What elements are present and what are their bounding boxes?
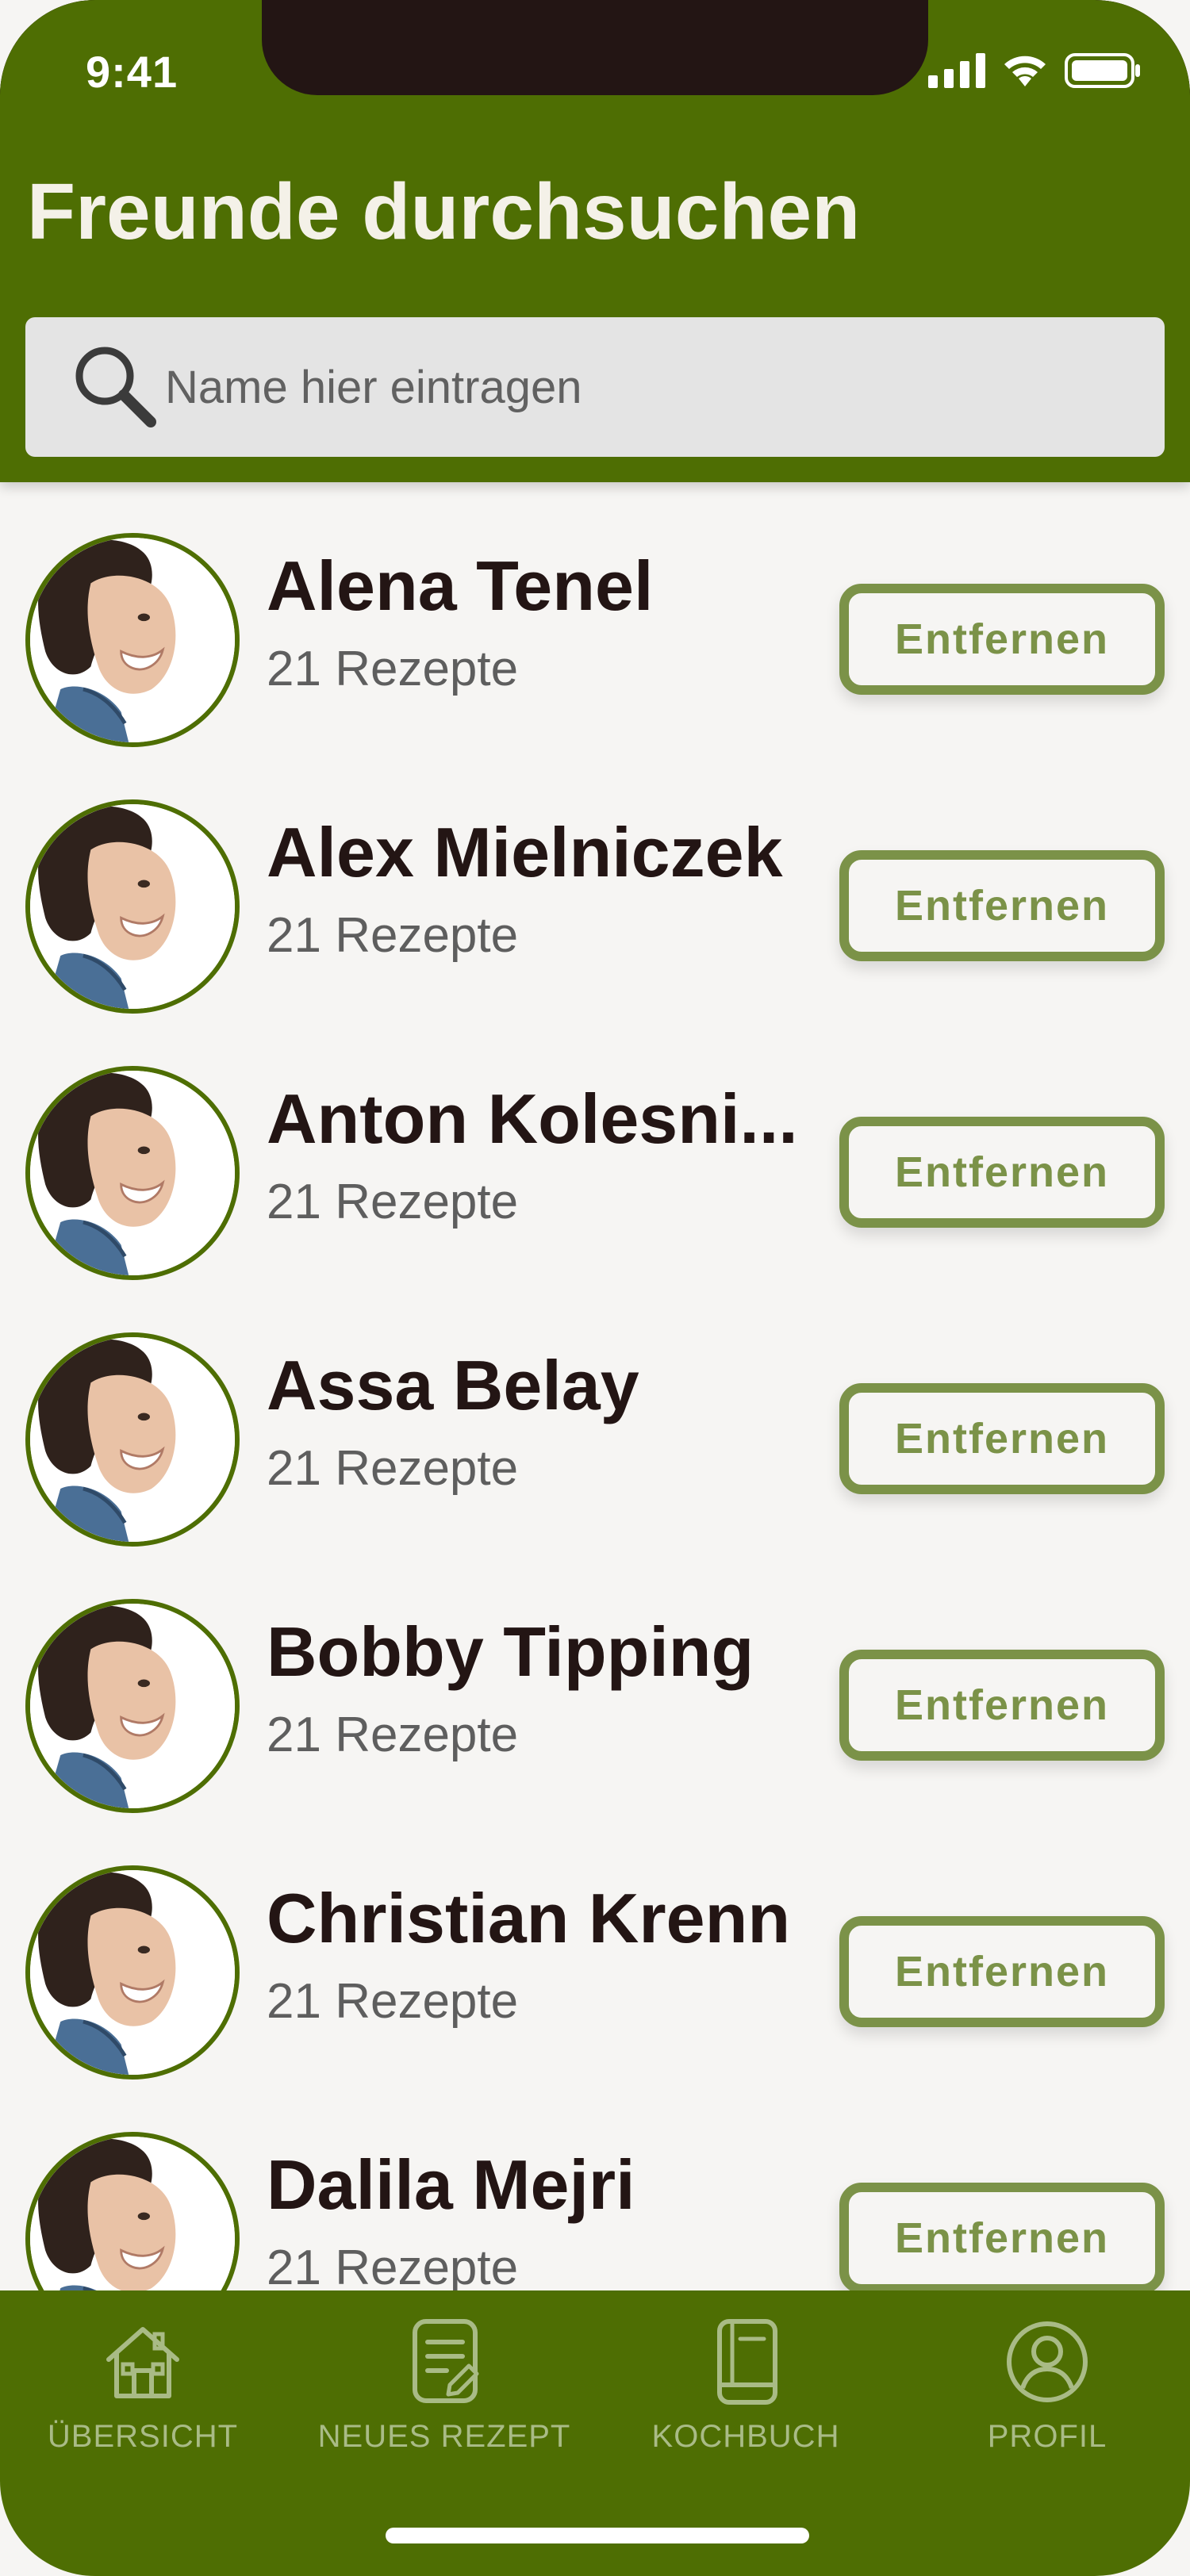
recipe-count: 21 Rezepte	[267, 1175, 519, 1229]
remove-friend-button[interactable]: Entfernen	[839, 850, 1165, 961]
avatar[interactable]	[25, 533, 240, 747]
tab-profile[interactable]: PROFIL	[904, 2314, 1190, 2465]
house-icon	[106, 2327, 179, 2398]
device-notch	[262, 0, 928, 95]
friend-name: Dalila Mejri	[267, 2145, 635, 2224]
friend-row[interactable]: Assa Belay 21 Rezepte Entfernen	[0, 1282, 1190, 1548]
recipe-count: 21 Rezepte	[267, 642, 519, 696]
remove-friend-button[interactable]: Entfernen	[839, 2183, 1165, 2290]
tab-overview[interactable]: ÜBERSICHT	[0, 2314, 286, 2465]
avatar[interactable]	[25, 2132, 240, 2290]
friend-name: Assa Belay	[267, 1346, 639, 1424]
friend-list[interactable]: Alena Tenel 21 Rezepte Entfernen Alex Mi…	[0, 482, 1190, 2290]
page-title: Freunde durchsuchen	[27, 167, 861, 256]
avatar[interactable]	[25, 1332, 240, 1547]
friend-row[interactable]: Alex Mielniczek 21 Rezepte Entfernen	[0, 749, 1190, 1015]
tab-label: NEUES REZEPT	[317, 2419, 571, 2454]
search-bar[interactable]	[25, 317, 1165, 457]
tab-label: KOCHBUCH	[651, 2419, 840, 2454]
search-input[interactable]	[165, 317, 1117, 457]
remove-friend-button[interactable]: Entfernen	[839, 1383, 1165, 1494]
friend-row[interactable]: Anton Kolesni... 21 Rezepte Entfernen	[0, 1015, 1190, 1282]
tab-label: PROFIL	[987, 2419, 1107, 2454]
search-icon	[75, 347, 156, 427]
friend-name: Alex Mielniczek	[267, 813, 783, 891]
remove-friend-button[interactable]: Entfernen	[839, 1650, 1165, 1761]
friend-row[interactable]: Bobby Tipping 21 Rezepte Entfernen	[0, 1548, 1190, 1815]
remove-friend-button[interactable]: Entfernen	[839, 1117, 1165, 1228]
status-time: 9:41	[86, 47, 178, 97]
battery-icon	[1065, 53, 1140, 88]
profile-icon	[1007, 2321, 1088, 2402]
avatar[interactable]	[25, 1599, 240, 1813]
recipe-count: 21 Rezepte	[267, 2241, 519, 2290]
friend-row[interactable]: Christian Krenn 21 Rezepte Entfernen	[0, 1815, 1190, 2081]
app-screen: 9:41 Freunde durchsuchen Name hier eintr…	[0, 0, 1190, 2576]
tab-cookbook[interactable]: KOCHBUCH	[603, 2314, 889, 2465]
friend-name: Christian Krenn	[267, 1879, 791, 1957]
friend-row[interactable]: Alena Tenel 21 Rezepte Entfernen	[0, 482, 1190, 749]
friend-name: Bobby Tipping	[267, 1612, 754, 1691]
friend-row[interactable]: Dalila Mejri 21 Rezepte Entfernen	[0, 2081, 1190, 2290]
cellular-signal-icon	[928, 53, 985, 88]
friend-name: Alena Tenel	[267, 546, 654, 625]
header: 9:41 Freunde durchsuchen	[0, 0, 1190, 482]
friend-name: Anton Kolesni...	[267, 1079, 798, 1158]
wifi-icon	[1004, 56, 1046, 86]
recipe-count: 21 Rezepte	[267, 1708, 519, 1762]
remove-friend-button[interactable]: Entfernen	[839, 584, 1165, 695]
recipe-count: 21 Rezepte	[267, 1441, 519, 1496]
avatar[interactable]	[25, 1066, 240, 1280]
book-icon	[717, 2319, 777, 2405]
tab-label: ÜBERSICHT	[47, 2419, 239, 2454]
recipe-count: 21 Rezepte	[267, 1974, 519, 2029]
remove-friend-button[interactable]: Entfernen	[839, 1916, 1165, 2027]
home-indicator	[386, 2528, 809, 2543]
recipe-count: 21 Rezepte	[267, 908, 519, 963]
status-icons	[928, 52, 1141, 89]
tab-new-recipe[interactable]: NEUES REZEPT	[301, 2314, 587, 2465]
note-edit-icon	[413, 2319, 479, 2403]
avatar[interactable]	[25, 1865, 240, 2080]
avatar[interactable]	[25, 799, 240, 1014]
